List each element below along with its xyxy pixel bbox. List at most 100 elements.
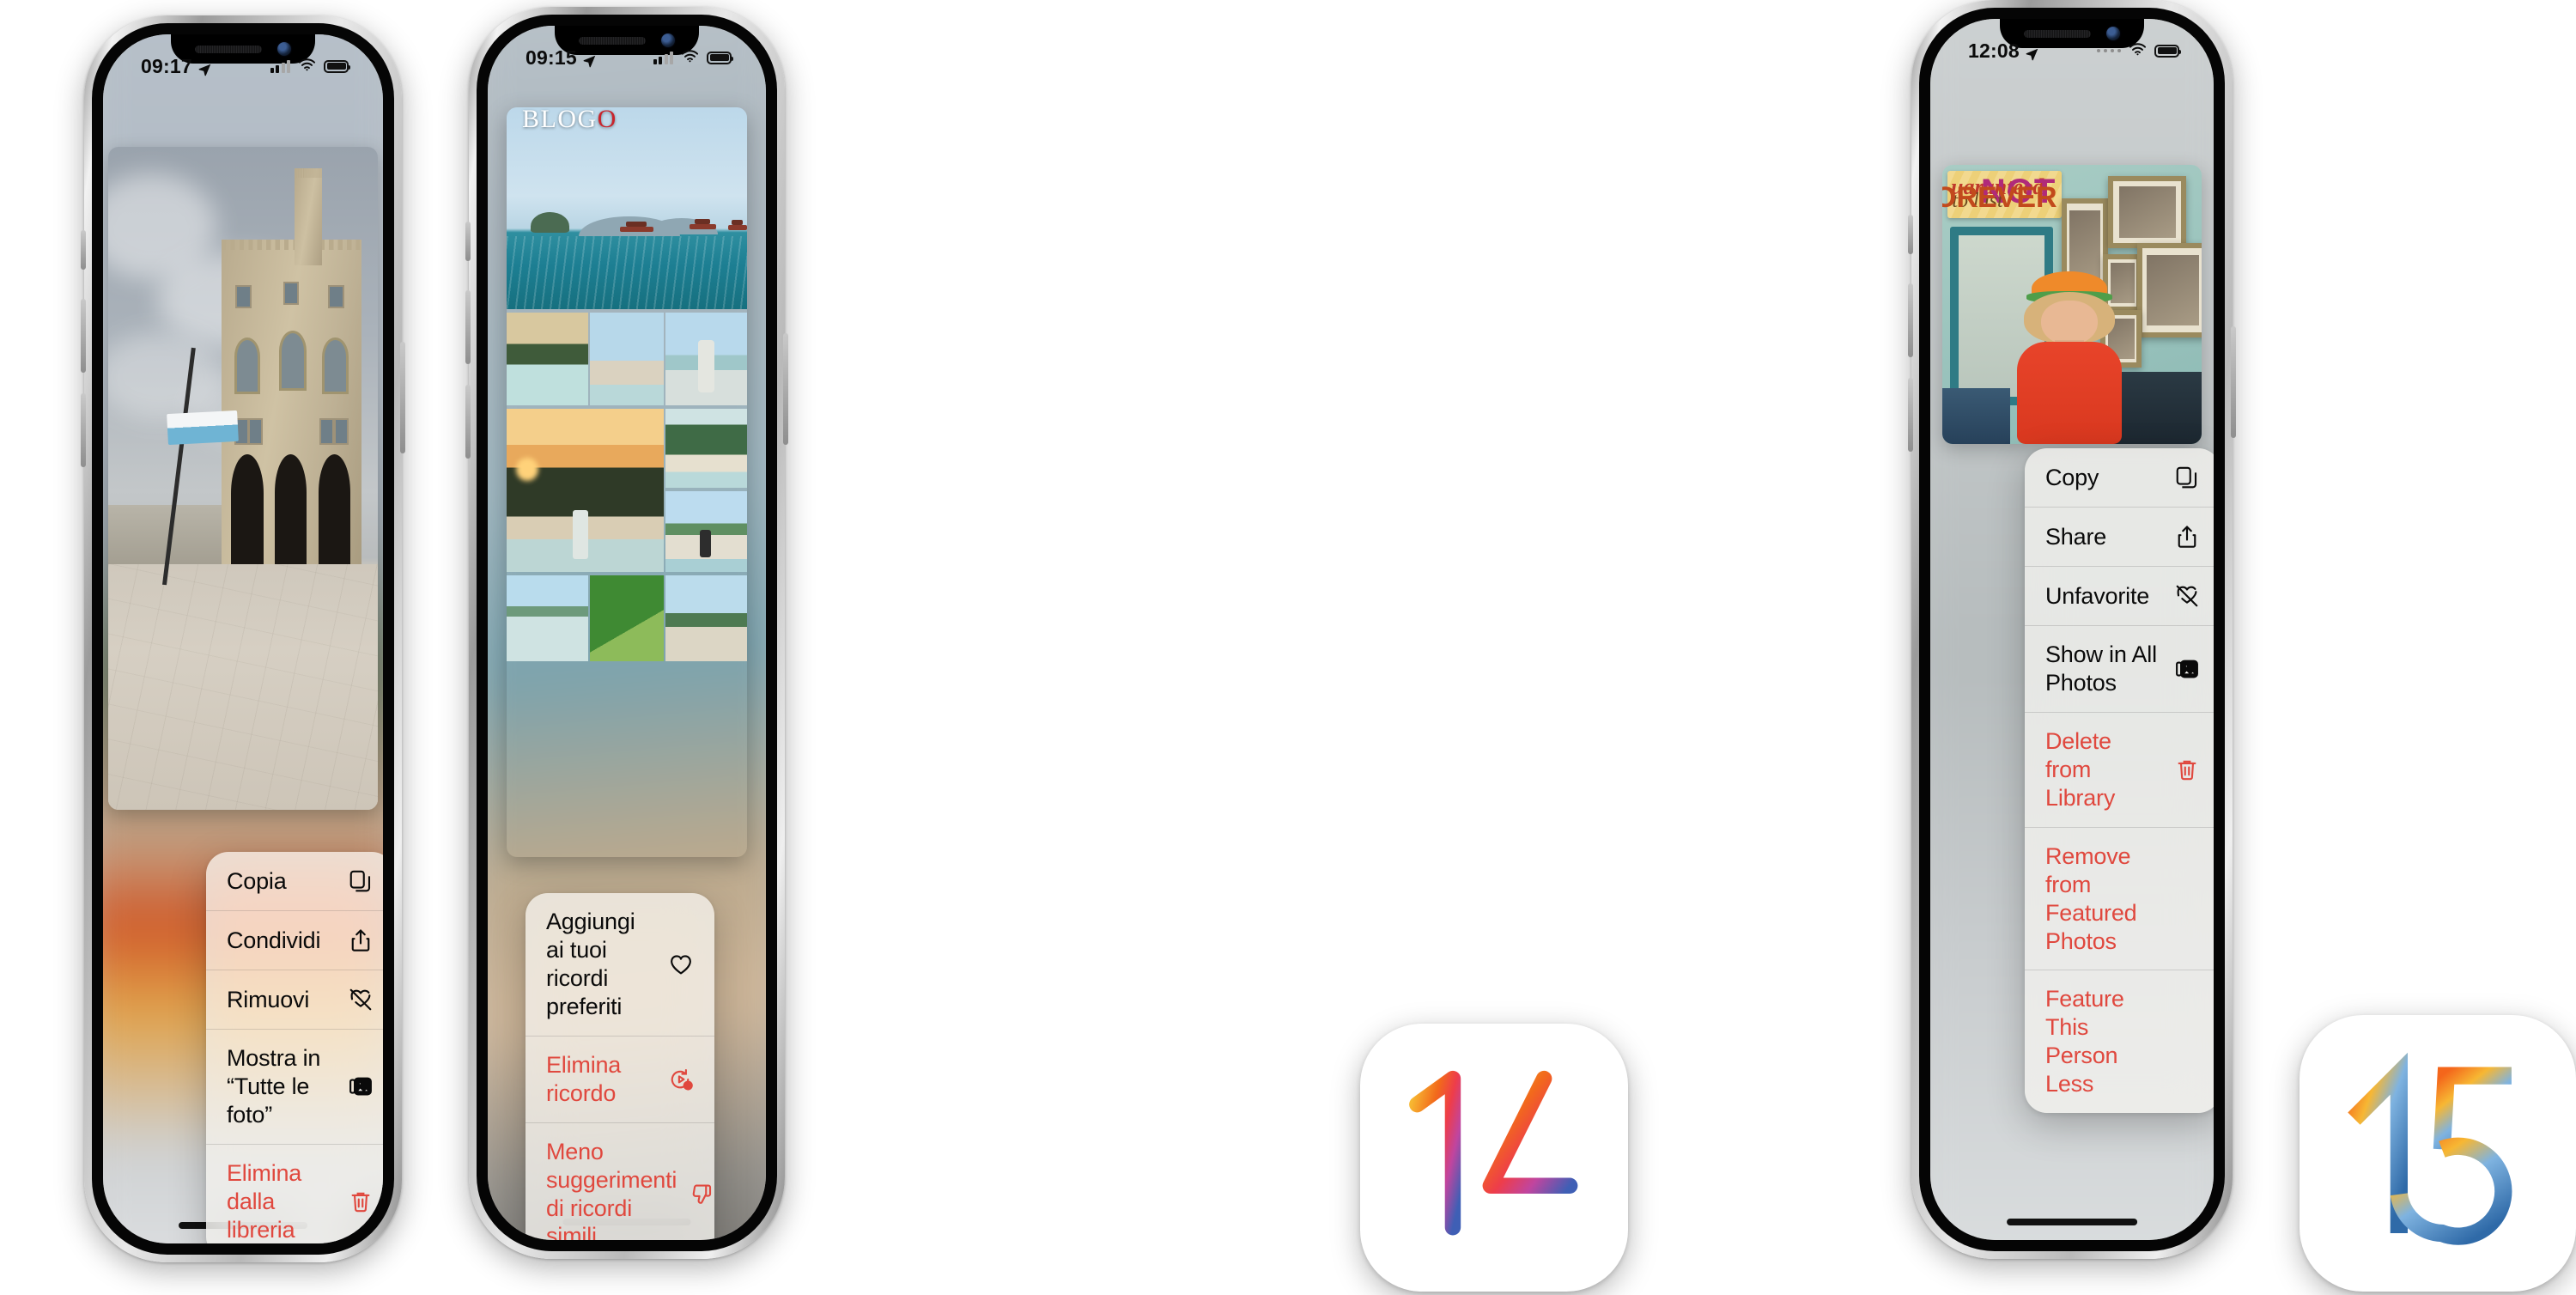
tropical-beach-memory-grid[interactable] [507,107,747,857]
volume-down-button[interactable] [81,393,86,467]
ios-14-badge [1360,1024,1628,1292]
menu-item-share[interactable]: Share [2025,508,2214,567]
heart-icon [666,950,696,979]
copy-icon [2172,463,2202,492]
battery-icon [707,51,733,64]
menu-item-label: Copia [227,867,287,894]
menu-item-remove-from-featured-photos[interactable]: Remove from Featured Photos [2025,828,2214,971]
memory-delete-icon [666,1065,696,1094]
power-button[interactable] [783,333,788,445]
location-arrow-icon [2025,44,2039,60]
memory-photo-thumb[interactable] [665,575,747,661]
featured-photos-remove-icon [2172,885,2202,914]
watermark-text-red: O [597,105,617,133]
status-bar-left: 09:17 [141,55,212,78]
home-indicator[interactable] [2007,1219,2137,1225]
battery-icon [2154,44,2181,58]
menu-item-label: Copy [2045,464,2099,490]
menu-item-elimina-dalla-libreria[interactable]: Elimina dalla libreria [206,1145,383,1243]
menu-item-meno-suggerimenti[interactable]: Meno suggerimenti di ricordi simili [526,1123,714,1240]
phone-ios14-memory: BLOGO Aggiungi ai tuoi ricordi preferiti… [465,7,788,1259]
memory-photo-hero[interactable] [507,107,747,309]
status-bar: 09:15 [488,26,766,77]
menu-item-copy[interactable]: Copy [2025,448,2214,508]
menu-item-label: Share [2045,523,2107,550]
memory-photo-thumb[interactable] [665,313,747,405]
status-bar-right [653,49,733,67]
menu-item-label: Aggiungi ai tuoi ricordi preferiti [546,909,635,1019]
menu-item-condividi[interactable]: Condividi [206,911,383,970]
phone-ios15-photo: uaranteed NOT to last FOREVER [1908,0,2236,1259]
menu-item-label: Show in All Photos [2045,641,2157,696]
blogo-watermark: BLOGO [522,105,617,134]
menu-item-aggiungi-ricordi-preferiti[interactable]: Aggiungi ai tuoi ricordi preferiti [526,893,714,1037]
photo-context-menu-english[interactable]: Copy Share Unfavorite Show in All Photos… [2025,448,2214,1114]
thumbs-down-icon [687,1180,714,1209]
volume-down-button[interactable] [465,385,471,459]
copy-icon [346,866,375,896]
photo-context-menu-italian[interactable]: Copia Condividi Rimuovi Mostra in “Tutte… [206,852,383,1243]
memory-photo-thumb[interactable] [507,313,589,405]
menu-item-show-in-all-photos[interactable]: Show in All Photos [2025,626,2214,713]
memory-photo-thumb[interactable] [665,409,747,488]
status-bar-time: 09:15 [526,46,577,69]
menu-item-label: Unfavorite [2045,582,2150,609]
menu-item-mostra-tutte-le-foto[interactable]: Mostra in “Tutte le foto” [206,1030,383,1145]
palazzo-pubblico-san-marino-photo[interactable] [108,147,378,810]
volume-up-button[interactable] [1908,283,1913,357]
power-button[interactable] [2231,326,2236,438]
menu-item-unfavorite[interactable]: Unfavorite [2025,567,2214,626]
menu-item-label: Elimina ricordo [546,1051,622,1106]
memory-context-menu-italian[interactable]: Aggiungi ai tuoi ricordi preferiti Elimi… [526,893,714,1240]
share-icon [346,926,375,955]
sign-text-forever: FOREVER [1942,181,2057,215]
memory-photo-thumb[interactable] [507,575,589,661]
comparison-screenshot: Copia Condividi Rimuovi Mostra in “Tutte… [0,0,2576,1295]
mute-switch[interactable] [81,230,86,270]
woman-disney-shop-photo[interactable]: uaranteed NOT to last FOREVER [1942,165,2202,444]
power-button[interactable] [400,342,405,453]
volume-up-button[interactable] [465,290,471,364]
status-bar: 12:08 [1930,19,2214,70]
shop-sign: uaranteed NOT to last FOREVER [1942,170,2062,218]
status-bar-time: 12:08 [1968,39,2020,62]
menu-item-rimuovi[interactable]: Rimuovi [206,970,383,1030]
menu-item-label: Feature This Person Less [2045,986,2124,1097]
mute-switch[interactable] [1908,215,1913,254]
screen-ios14-memory: BLOGO Aggiungi ai tuoi ricordi preferiti… [488,26,766,1240]
mute-switch[interactable] [465,222,471,261]
feature-person-less-icon [2172,1027,2202,1056]
menu-item-feature-this-person-less[interactable]: Feature This Person Less [2025,970,2214,1113]
screen-ios14-photo: Copia Condividi Rimuovi Mostra in “Tutte… [103,34,383,1243]
trash-icon [2172,755,2202,784]
cellular-dots-icon [2096,48,2121,53]
location-arrow-icon [197,59,212,76]
menu-item-delete-from-library[interactable]: Delete from Library [2025,713,2214,828]
menu-item-copia[interactable]: Copia [206,852,383,911]
share-icon [2172,522,2202,551]
unfavorite-heart-slash-icon [2172,581,2202,611]
status-bar-left: 09:15 [526,46,597,70]
memory-photo-thumb[interactable] [589,313,665,405]
location-arrow-icon [582,51,597,67]
volume-down-button[interactable] [1908,378,1913,452]
watermark-text-white: BLOG [522,105,598,133]
menu-item-elimina-ricordo[interactable]: Elimina ricordo [526,1037,714,1123]
memory-photo-sunset[interactable] [507,409,665,572]
status-bar-right [270,58,350,76]
phone-ios14-photo: Copia Condividi Rimuovi Mostra in “Tutte… [81,15,405,1262]
menu-item-label: Meno suggerimenti di ricordi simili [546,1138,677,1240]
status-bar-right [2096,42,2181,60]
menu-item-label: Delete from Library [2045,727,2116,811]
memory-photo-thumb[interactable] [589,575,665,661]
volume-up-button[interactable] [81,299,86,373]
status-bar: 09:17 [103,34,383,86]
memory-photo-thumb[interactable] [665,491,747,572]
menu-item-label: Remove from Featured Photos [2045,842,2137,954]
ios-15-logo [2348,1052,2512,1245]
menu-item-label: Mostra in “Tutte le foto” [227,1045,321,1128]
battery-icon [324,59,350,73]
menu-item-label: Rimuovi [227,986,310,1012]
ios-15-badge [2300,1015,2576,1292]
photo-stack-icon [2172,654,2202,684]
